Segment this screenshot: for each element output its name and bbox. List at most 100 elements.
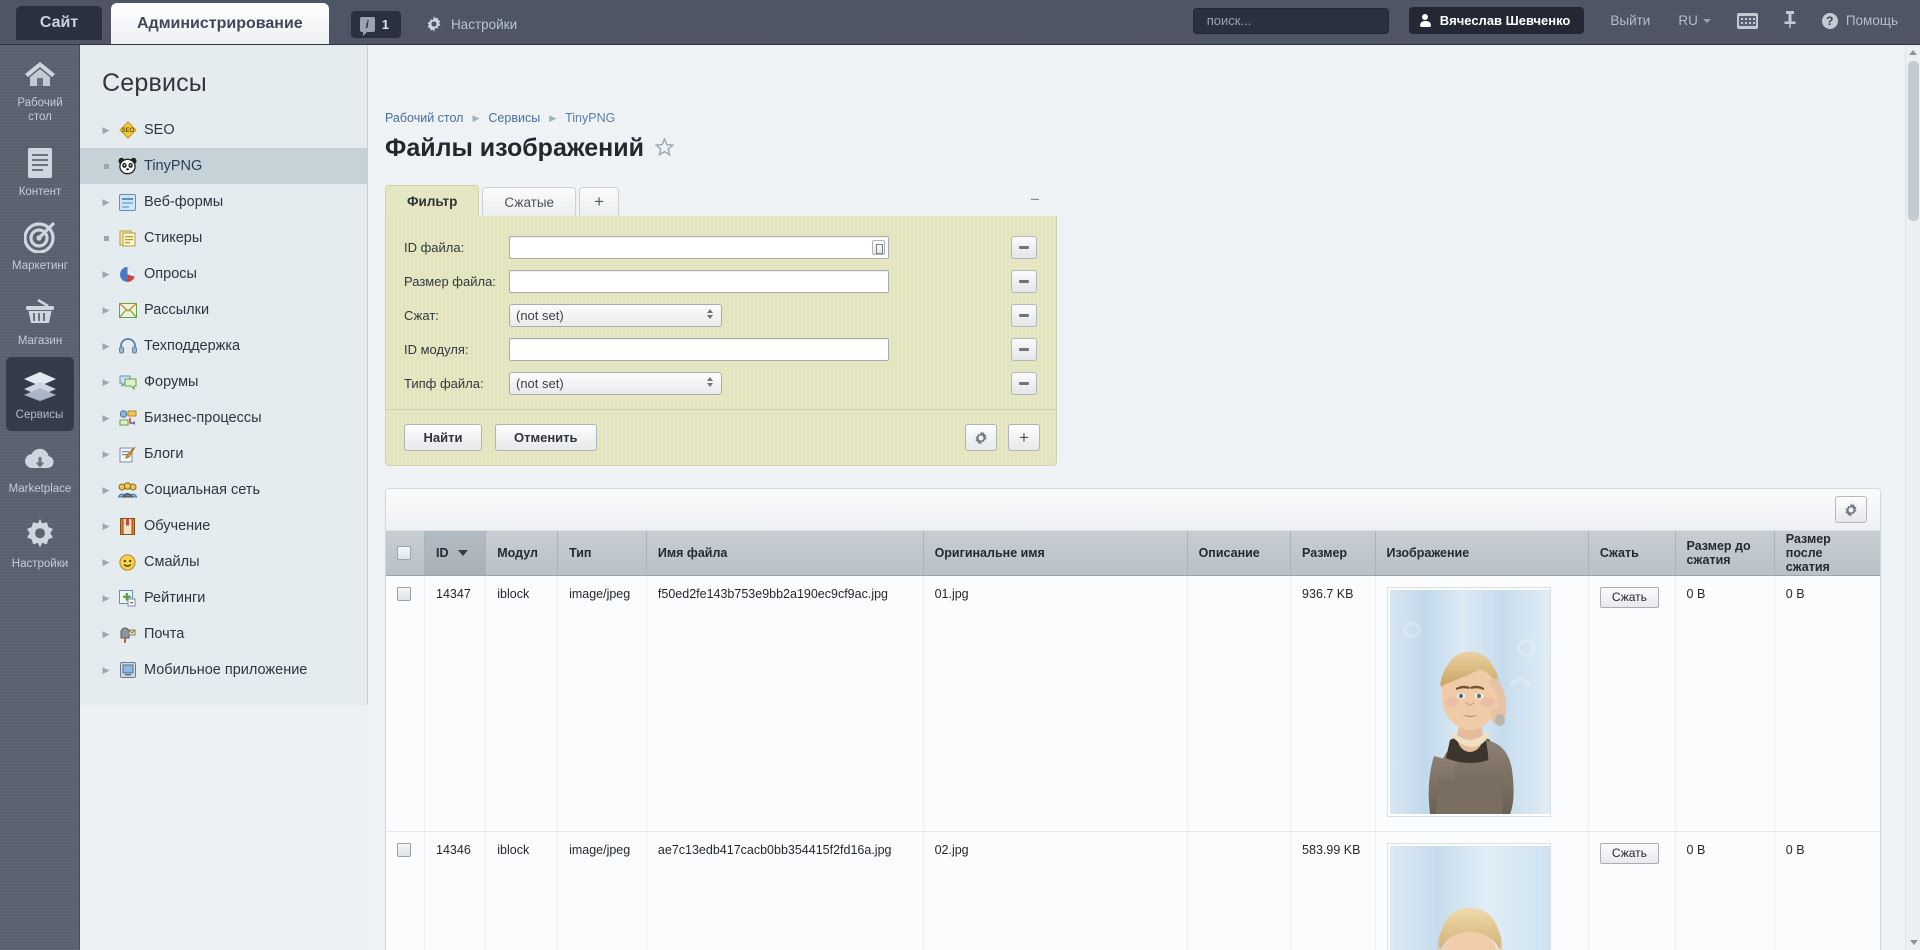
sidebar-item-mobile-app[interactable]: ▶ Мобильное приложение	[80, 652, 367, 688]
breadcrumb-item-services[interactable]: Сервисы	[488, 111, 540, 125]
compress-button-label: Сжать	[1611, 590, 1647, 604]
find-button[interactable]: Найти	[404, 424, 482, 451]
people-group-icon	[118, 481, 137, 500]
sidebar-item-social-network[interactable]: ▶ Социальная сеть	[80, 472, 367, 508]
breadcrumb-item-desktop[interactable]: Рабочий стол	[385, 111, 463, 125]
column-header-original-name[interactable]: Оригинальне имя	[923, 531, 1188, 576]
favorite-star-icon[interactable]	[654, 136, 675, 160]
top-bar: Сайт Администрирование i 1 Настройки Вяч…	[0, 0, 1920, 45]
bullet-icon	[101, 235, 111, 241]
sidebar-item-ratings-label: Рейтинги	[144, 590, 206, 606]
grid-toolbar	[386, 489, 1880, 531]
filter-tab-filter[interactable]: Фильтр	[385, 185, 480, 216]
layers-icon	[6, 368, 74, 404]
sidebar-item-blogs[interactable]: ▶ Блоги	[80, 436, 367, 472]
sidebar-item-stickers[interactable]: Стикеры	[80, 220, 367, 256]
sidebar-item-webforms[interactable]: ▶ Веб-формы	[80, 184, 367, 220]
column-header-compress[interactable]: Сжать	[1588, 531, 1676, 576]
column-header-id[interactable]: ID	[424, 531, 487, 576]
file-id-input[interactable]	[509, 235, 889, 259]
filter-action-icons: +	[954, 424, 1056, 451]
column-header-size-before[interactable]: Размер до сжатия	[1675, 531, 1775, 576]
scroll-up-button[interactable]	[1906, 45, 1920, 60]
sidebar-item-mailing[interactable]: ▶ Рассылки	[80, 292, 367, 328]
pin-button[interactable]	[1784, 10, 1796, 31]
column-header-description[interactable]: Описание	[1187, 531, 1292, 576]
module-id-input[interactable]	[509, 337, 889, 361]
remove-filter-row-button[interactable]	[1011, 337, 1037, 361]
table-row[interactable]: 14346 iblock image/jpeg ae7c13edb417cacb…	[386, 831, 1880, 950]
calendar-icon[interactable]	[872, 239, 885, 255]
filter-add-button[interactable]: +	[1008, 424, 1040, 451]
rail-item-marketing[interactable]: Маркетинг	[0, 208, 80, 282]
column-header-image[interactable]: Изображение	[1375, 531, 1589, 576]
notifications-button[interactable]: i 1	[350, 11, 401, 38]
remove-filter-row-button[interactable]	[1011, 235, 1037, 259]
user-menu-button[interactable]: Вячеслав Шевченко	[1408, 7, 1585, 34]
column-header-type[interactable]: Тип	[557, 531, 647, 576]
gear-icon	[975, 430, 987, 445]
find-button-label: Найти	[423, 430, 463, 445]
cancel-button[interactable]: Отменить	[495, 424, 597, 451]
topbar-settings-link[interactable]: Настройки	[426, 16, 517, 32]
keyboard-icon[interactable]	[1736, 12, 1758, 29]
sidebar-item-ratings[interactable]: ▶ Рейтинги	[80, 580, 367, 616]
search-box[interactable]	[1192, 7, 1389, 34]
sidebar-item-support[interactable]: ▶ Техподдержка	[80, 328, 367, 364]
logout-link[interactable]: Выйти	[1610, 13, 1650, 28]
page-scrollbar[interactable]	[1905, 45, 1920, 950]
select-all-checkbox[interactable]	[397, 545, 411, 560]
target-icon	[0, 219, 80, 255]
tab-administration-label: Администрирование	[137, 14, 303, 32]
column-header-size-after[interactable]: Размер после сжатия	[1774, 531, 1880, 576]
sidebar-item-business-processes[interactable]: ▶ Бизнес-процессы	[80, 400, 367, 436]
filter-settings-button[interactable]	[965, 424, 997, 451]
column-header-module[interactable]: Модул	[485, 531, 559, 576]
breadcrumb-item-tinypng[interactable]: TinyPNG	[565, 111, 615, 125]
scroll-down-button[interactable]	[1906, 935, 1920, 950]
remove-filter-row-button[interactable]	[1011, 303, 1037, 327]
row-checkbox[interactable]	[397, 842, 411, 857]
sort-desc-icon	[458, 550, 469, 557]
grid-settings-button[interactable]	[1835, 496, 1867, 523]
thumbnail-frame[interactable]	[1386, 586, 1551, 817]
rail-item-settings[interactable]: Настройки	[0, 506, 80, 580]
remove-filter-row-button[interactable]	[1011, 269, 1037, 293]
sidebar-item-mail[interactable]: ▶ Почта	[80, 616, 367, 652]
remove-filter-row-button[interactable]	[1011, 371, 1037, 395]
rail-item-shop[interactable]: Магазин	[0, 283, 80, 357]
column-header-size[interactable]: Размер	[1290, 531, 1376, 576]
compress-button[interactable]: Сжать	[1599, 586, 1659, 608]
compress-button[interactable]: Сжать	[1599, 842, 1659, 864]
rail-item-content[interactable]: Контент	[0, 134, 80, 208]
row-checkbox[interactable]	[397, 586, 411, 601]
sidebar-item-polls[interactable]: ▶ Опросы	[80, 256, 367, 292]
filter-tab-compressed[interactable]: Сжатые	[482, 187, 577, 216]
table-row[interactable]: 14347 iblock image/jpeg f50ed2fe143b753e…	[386, 575, 1880, 832]
column-header-file-name[interactable]: Имя файла	[646, 531, 924, 576]
filter-collapse-button[interactable]: −	[1027, 191, 1043, 209]
thumbnail-frame[interactable]	[1386, 842, 1551, 950]
sidebar-item-forums[interactable]: ▶ Форумы	[80, 364, 367, 400]
filter-tab-add-button[interactable]: +	[579, 187, 619, 216]
sidebar-item-tinypng[interactable]: TinyPNG	[80, 148, 367, 184]
search-input[interactable]	[1204, 12, 1385, 29]
tab-site[interactable]: Сайт	[16, 6, 102, 40]
tab-site-label: Сайт	[39, 14, 79, 31]
sidebar-item-learning[interactable]: ▶ Обучение	[80, 508, 367, 544]
sidebar-item-seo[interactable]: ▶ SEO SEO	[80, 112, 367, 148]
rail-item-marketplace[interactable]: Marketplace	[0, 431, 80, 505]
gear-icon	[0, 517, 80, 553]
compressed-select[interactable]: (not set)	[509, 303, 722, 327]
pie-chart-icon	[118, 265, 137, 284]
file-type-select[interactable]: (not set)	[509, 371, 722, 395]
file-size-input[interactable]	[509, 269, 889, 293]
scrollbar-thumb[interactable]	[1908, 61, 1919, 221]
sidebar-item-smiles[interactable]: ▶ Смайлы	[80, 544, 367, 580]
language-selector[interactable]: RU	[1678, 13, 1711, 28]
rail-item-desktop[interactable]: Рабочий стол	[0, 45, 80, 134]
help-link[interactable]: ? Помощь	[1821, 12, 1898, 29]
tab-administration[interactable]: Администрирование	[111, 3, 329, 44]
rail-item-services[interactable]: Сервисы	[5, 356, 74, 432]
sidebar-item-stickers-label: Стикеры	[144, 230, 203, 246]
